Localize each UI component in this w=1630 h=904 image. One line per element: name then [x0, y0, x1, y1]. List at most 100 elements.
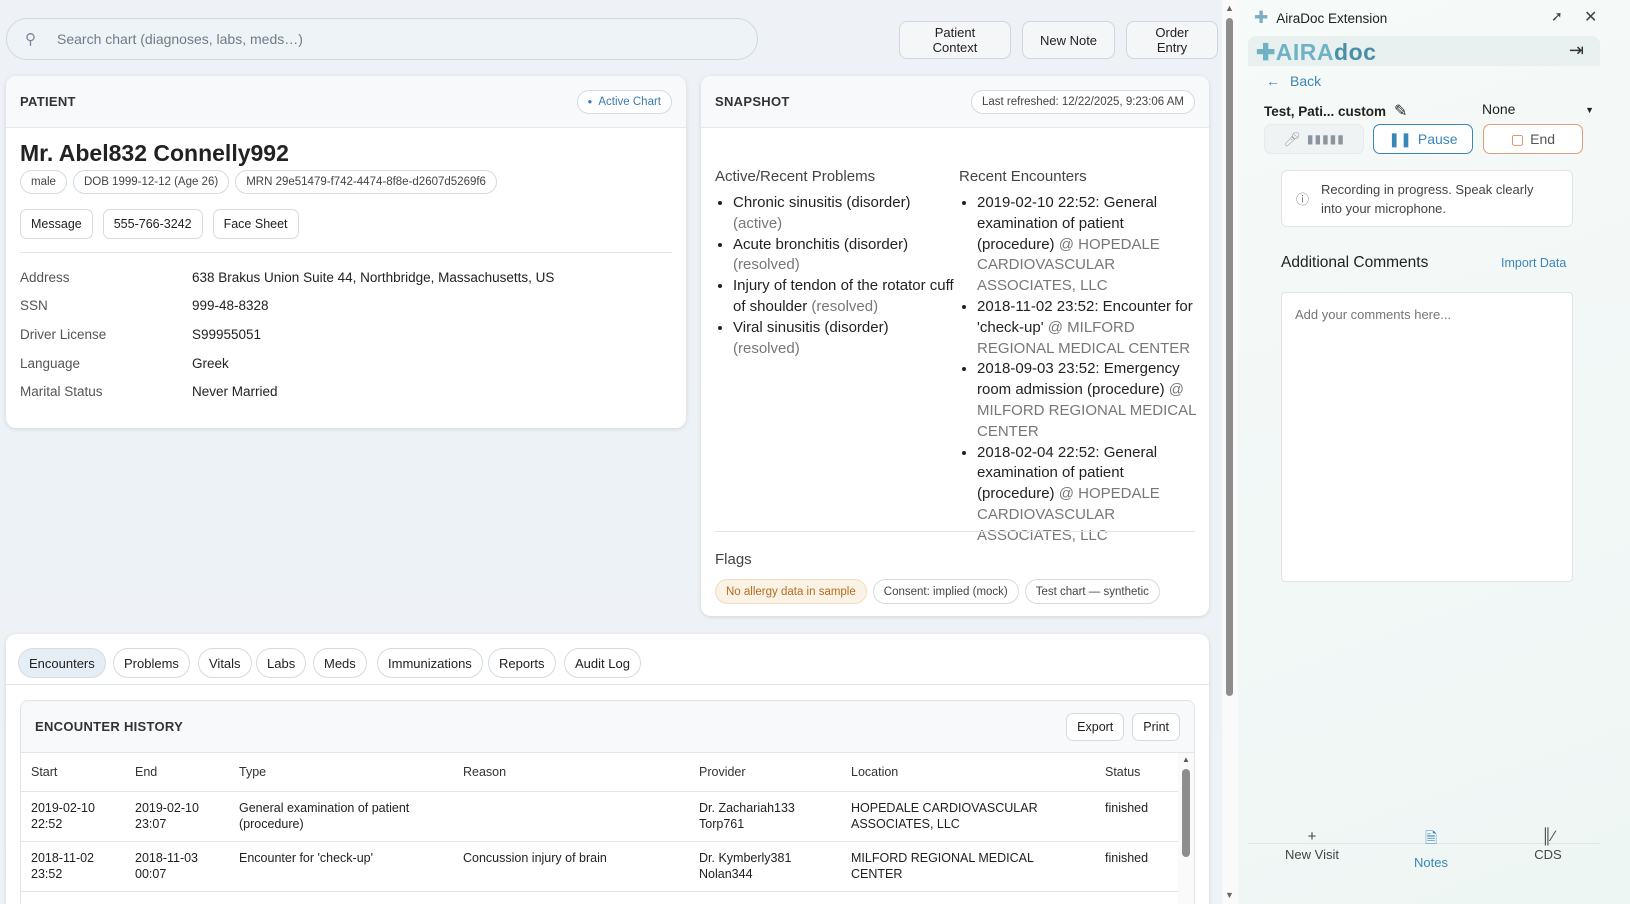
- face-sheet-button[interactable]: Face Sheet: [212, 209, 299, 239]
- comments-heading: Additional Comments: [1281, 254, 1429, 271]
- flags-heading: Flags: [715, 551, 752, 568]
- library-icon: ║∕: [1541, 828, 1555, 845]
- emr-main: ⚲ Patient Context New Note Order Entry P…: [0, 0, 1222, 904]
- page-scrollbar[interactable]: ▲ ▼: [1222, 0, 1238, 904]
- encounter-table: Start End Type Reason Provider Location …: [21, 753, 1179, 892]
- last-refreshed: Last refreshed: 12/22/2025, 9:23:06 AM: [970, 89, 1195, 114]
- end-button[interactable]: ▢ End: [1483, 124, 1583, 154]
- plus-icon: +: [1307, 828, 1317, 845]
- export-button[interactable]: Export: [1066, 712, 1125, 741]
- airadoc-logo: ✚AIRAdoc: [1256, 39, 1377, 65]
- detail-row: Marital Status Never Married: [20, 384, 278, 399]
- brand-bar: ✚AIRAdoc ⇥: [1248, 36, 1600, 66]
- extension-logo-icon: ✚: [1254, 8, 1269, 27]
- tab-problems[interactable]: Problems: [113, 648, 190, 678]
- encounters-heading: Recent Encounters: [959, 168, 1087, 185]
- close-icon[interactable]: ✕: [1584, 7, 1597, 27]
- back-link[interactable]: ← Back: [1266, 73, 1321, 89]
- col-reason[interactable]: Reason: [453, 753, 689, 792]
- encounter-item: 2018-09-03 23:52: Emergency room admissi…: [977, 359, 1199, 442]
- flag-no-allergy: No allergy data in sample: [715, 579, 867, 604]
- phone-button[interactable]: 555-766-3242: [102, 209, 203, 239]
- encounter-history-panel: ENCOUNTER HISTORY Export Print ▲ Start E…: [20, 700, 1195, 904]
- patient-id-pills: male DOB 1999-12-12 (Age 26) MRN 29e5147…: [20, 170, 497, 194]
- page-scroll-thumb[interactable]: [1226, 18, 1233, 696]
- divider: [6, 684, 1209, 685]
- sex-pill: male: [20, 170, 67, 194]
- nav-notes[interactable]: 🗎︎ Notes: [1381, 828, 1481, 870]
- flag-consent: Consent: implied (mock): [872, 579, 1019, 604]
- active-chart-badge: ● Active Chart: [576, 89, 672, 114]
- snapshot-section-title: SNAPSHOT: [715, 94, 790, 109]
- patient-actions: Message 555-766-3242 Face Sheet: [20, 209, 299, 239]
- print-button[interactable]: Print: [1132, 712, 1180, 741]
- snapshot-card: SNAPSHOT Last refreshed: 12/22/2025, 9:2…: [701, 76, 1209, 616]
- active-chart-label: Active Chart: [598, 95, 661, 108]
- col-end[interactable]: End: [125, 753, 229, 792]
- tab-vitals[interactable]: Vitals: [198, 648, 252, 678]
- new-note-button[interactable]: New Note: [1022, 21, 1115, 59]
- detail-row: Address 638 Brakus Union Suite 44, Northb…: [20, 270, 555, 285]
- col-status[interactable]: Status: [1095, 753, 1179, 792]
- encounter-item: 2018-11-02 23:52: Encounter for 'check-u…: [977, 297, 1199, 359]
- encounters-column: Recent Encounters 2019-02-10 22:52: Gene…: [959, 168, 1199, 547]
- table-row[interactable]: 2018-11-02 23:52 2018-11-03 00:07 Encoun…: [21, 841, 1179, 892]
- problems-heading: Active/Recent Problems: [715, 168, 876, 185]
- template-select[interactable]: None ▼: [1482, 101, 1594, 117]
- search-icon: ⚲: [25, 31, 36, 48]
- nav-cds[interactable]: ║∕ CDS: [1498, 828, 1598, 862]
- col-start[interactable]: Start: [21, 753, 125, 792]
- problem-item: Chronic sinusitis (disorder) (active): [733, 193, 955, 235]
- divider: [715, 531, 1195, 532]
- table-header-row: Start End Type Reason Provider Location …: [21, 753, 1179, 792]
- col-location[interactable]: Location: [841, 753, 1095, 792]
- patient-context-button[interactable]: Patient Context: [899, 21, 1011, 59]
- problem-item: Viral sinusitis (disorder) (resolved): [733, 318, 955, 360]
- patient-label: Test, Pati... custom ✎: [1264, 101, 1408, 121]
- chart-tabs-card: Encounters Problems Vitals Labs Meds Imm…: [6, 634, 1209, 904]
- patient-name: Mr. Abel832 Connelly992: [20, 140, 289, 166]
- arrow-left-icon: ←: [1266, 73, 1280, 89]
- unpin-icon[interactable]: ➚: [1551, 8, 1563, 25]
- dob-pill: DOB 1999-12-12 (Age 26): [72, 170, 230, 194]
- back-label: Back: [1290, 73, 1322, 89]
- recording-message: Recording in progress. Speak clearly int…: [1321, 181, 1534, 216]
- encounter-history-title: ENCOUNTER HISTORY: [35, 719, 184, 734]
- col-type[interactable]: Type: [229, 753, 453, 792]
- audio-level-icon: ▮▮▮▮▮: [1306, 132, 1345, 146]
- encounter-item: 2019-02-10 22:52: General examination of…: [977, 193, 1199, 297]
- scroll-up-arrow-icon[interactable]: ▲: [1225, 3, 1234, 13]
- tab-audit-log[interactable]: Audit Log: [564, 648, 641, 678]
- table-scroll-thumb[interactable]: [1182, 769, 1190, 857]
- recording-status: ⓘ Recording in progress. Speak clearly i…: [1281, 170, 1573, 227]
- import-data-link[interactable]: Import Data: [1501, 256, 1566, 270]
- nav-new-visit[interactable]: + New Visit: [1262, 828, 1362, 862]
- stop-icon: ▢: [1510, 130, 1525, 147]
- col-provider[interactable]: Provider: [689, 753, 841, 792]
- flags-list: No allergy data in sample Consent: impli…: [715, 579, 1166, 604]
- patient-section-title: PATIENT: [20, 94, 76, 109]
- tab-meds[interactable]: Meds: [313, 648, 367, 678]
- chart-search[interactable]: ⚲: [6, 18, 758, 60]
- detail-row: SSN 999-48-8328: [20, 298, 269, 313]
- patient-card: PATIENT ● Active Chart Mr. Abel832 Connel…: [6, 76, 686, 428]
- tab-reports[interactable]: Reports: [488, 648, 556, 678]
- extension-titlebar: ✚ AiraDoc Extension: [1238, 0, 1630, 36]
- snapshot-card-header: SNAPSHOT Last refreshed: 12/22/2025, 9:2…: [701, 76, 1209, 128]
- divider: [20, 252, 672, 253]
- table-scrollbar[interactable]: ▲: [1178, 753, 1194, 904]
- pause-button[interactable]: ❚❚ Pause: [1373, 124, 1473, 154]
- table-row[interactable]: 2019-02-10 22:52 2019-02-10 23:07 Genera…: [21, 791, 1179, 842]
- tab-immunizations[interactable]: Immunizations: [377, 648, 483, 678]
- encounter-history-header: ENCOUNTER HISTORY Export Print: [21, 701, 1194, 753]
- edit-icon[interactable]: ✎: [1394, 101, 1407, 121]
- search-input[interactable]: [57, 31, 697, 47]
- scroll-down-arrow-icon[interactable]: ▼: [1225, 890, 1234, 900]
- tab-labs[interactable]: Labs: [256, 648, 307, 678]
- comments-textarea[interactable]: [1281, 292, 1573, 582]
- message-button[interactable]: Message: [20, 209, 93, 239]
- order-entry-button[interactable]: Order Entry: [1126, 21, 1218, 59]
- tab-encounters[interactable]: Encounters: [18, 648, 106, 678]
- document-icon: 🗎︎: [1424, 830, 1438, 847]
- logout-icon[interactable]: ⇥: [1569, 40, 1584, 61]
